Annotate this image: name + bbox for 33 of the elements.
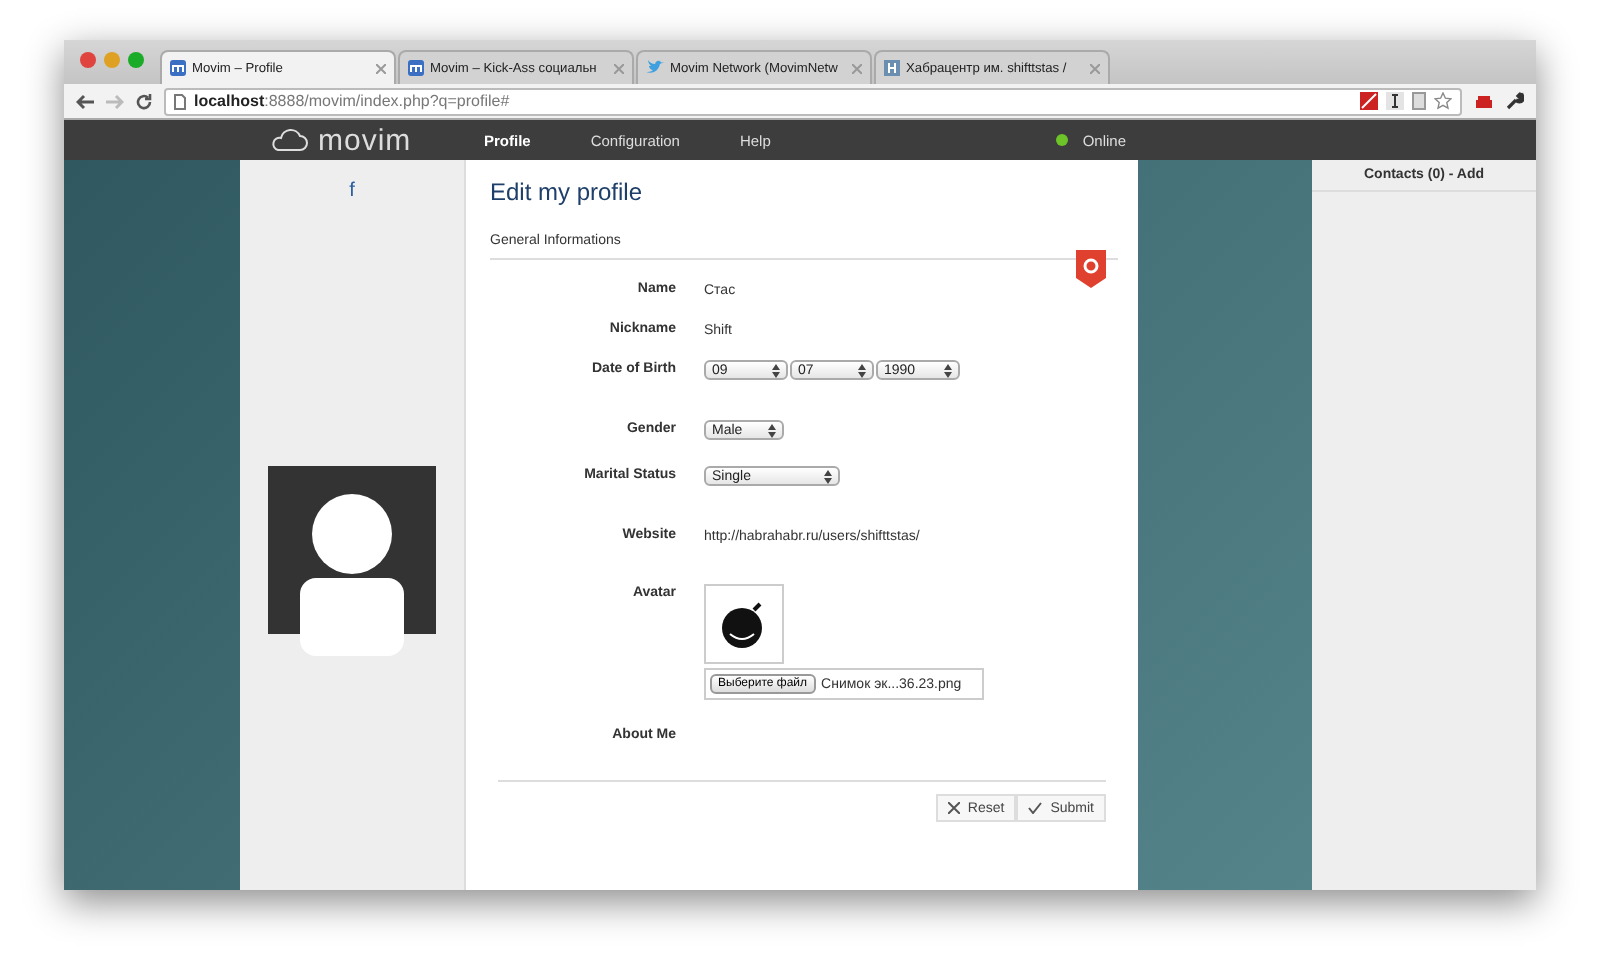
app-logo: movim xyxy=(318,123,412,157)
sidebar-link[interactable]: f xyxy=(349,180,355,202)
page-icon xyxy=(174,93,186,109)
updown-arrows-icon xyxy=(768,423,776,437)
ribbon-badge-icon xyxy=(1076,250,1106,288)
close-icon[interactable] xyxy=(852,63,862,73)
wrench-icon[interactable] xyxy=(1506,92,1524,110)
minimize-window-light[interactable] xyxy=(104,52,120,68)
close-window-light[interactable] xyxy=(80,52,96,68)
forward-arrow-icon[interactable] xyxy=(106,93,124,109)
bird-icon xyxy=(646,60,664,76)
close-icon[interactable] xyxy=(1090,63,1100,73)
updown-arrows-icon xyxy=(858,363,866,377)
m-logo-icon xyxy=(408,60,424,76)
cloud-icon xyxy=(268,128,308,152)
m-logo-icon xyxy=(170,60,186,76)
page-title: Edit my profile xyxy=(490,178,645,206)
pdf-extension-icon[interactable] xyxy=(1360,92,1378,110)
updown-arrows-icon xyxy=(772,363,780,377)
zoom-window-light[interactable] xyxy=(128,52,144,68)
updown-arrows-icon xyxy=(944,363,952,377)
close-icon[interactable] xyxy=(376,63,386,73)
square-logo-icon xyxy=(884,60,900,76)
close-icon[interactable] xyxy=(614,63,624,73)
back-arrow-icon[interactable] xyxy=(76,93,94,109)
updown-arrows-icon xyxy=(824,469,832,483)
address-bar[interactable]: localhost:8888/movim/index.php?q=profile# xyxy=(164,87,1462,115)
star-icon[interactable] xyxy=(1434,92,1452,110)
check-icon xyxy=(1028,802,1043,814)
cursor-extension-icon[interactable] xyxy=(1386,92,1404,110)
close-icon xyxy=(947,802,960,814)
reload-icon[interactable] xyxy=(136,93,152,109)
page-extension-icon[interactable] xyxy=(1412,92,1426,110)
